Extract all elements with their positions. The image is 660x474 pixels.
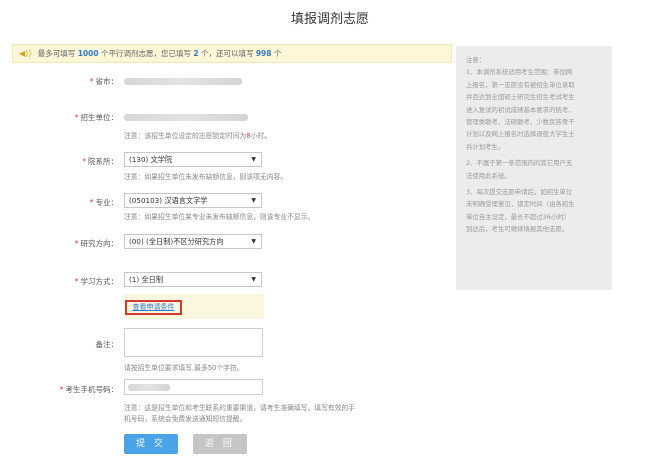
sidebar-title: 注意： <box>466 56 486 64</box>
study-mode-label: * 学习方式： <box>74 277 118 286</box>
sidebar-line: 2、不属于第一条范围内的其它用户无 <box>466 159 573 168</box>
notice-bar: ◀)) 最多可填写 1000 个平行调剂志愿，您已填写 2 个，还可以填写 99… <box>12 44 452 63</box>
notice-text-2: 个平行调剂志愿，您已填写 <box>100 49 191 58</box>
major-hint: 注意：如果招生单位某专业未发布缺额信息，则该专业不显示。 <box>124 213 315 221</box>
sidebar-line: 法使用此系统。 <box>466 171 511 180</box>
notice-remaining-count: 998 <box>255 49 272 58</box>
phone-hint-line2: 机号码，系统会免费发送通知短信提醒。 <box>124 415 247 423</box>
department-hint: 注意：如果招生单位未发布缺额信息，则该项无内容。 <box>124 173 288 181</box>
sidebar-line: 并且达到全国硕士研究生招生考试考生 <box>466 93 575 102</box>
sidebar-line: 管理类联考、法硕联考、少数民族骨干 <box>466 118 575 127</box>
view-criteria-link[interactable]: 查看申请条件 <box>125 300 182 315</box>
notice-text-3: 个，还可以填写 <box>200 49 254 58</box>
notes-sidebar: 注意： 1、本调剂系统适用考生范围：参加网 上报名，第一志愿没有被招生单位录取 … <box>456 46 612 290</box>
research-select[interactable]: (00) (全日制)不区分研究方向 ▼ <box>124 234 262 249</box>
chevron-down-icon: ▼ <box>251 156 256 163</box>
phone-label: * 考生手机号码： <box>59 385 118 394</box>
chevron-down-icon: ▼ <box>251 238 256 245</box>
institution-label: * 招生单位： <box>74 113 118 122</box>
phone-hint-line1: 注意：这是招生单位和考生联系的重要渠道，请考生准确填写。填写有效的手 <box>124 404 356 412</box>
sidebar-line: 计划以及网上报名时选择退役大学生士 <box>466 130 575 139</box>
sidebar-line: 到达后，考生可继续填报其他志愿。 <box>466 225 569 234</box>
notice-filled-count: 2 <box>193 49 199 58</box>
notice-text-4: 个 <box>273 49 282 58</box>
chevron-down-icon: ▼ <box>251 197 256 204</box>
major-label: * 专业： <box>89 198 118 207</box>
department-label: * 院系所： <box>82 157 118 166</box>
major-select[interactable]: (050103) 汉语言文字学 ▼ <box>124 193 262 208</box>
sidebar-line: 兵计划考生。 <box>466 142 505 151</box>
sidebar-line: 进入复试的初试成绩基本要求的统考、 <box>466 105 575 114</box>
sidebar-line: 单位自主设定，最长不超过36小时） <box>466 212 570 221</box>
remarks-label: 备注： <box>95 340 119 349</box>
study-mode-select[interactable]: (1) 全日制 ▼ <box>124 272 262 287</box>
notice-max-count: 1000 <box>77 49 99 58</box>
page-title: 填报调剂志愿 <box>290 12 369 27</box>
research-label: * 研究方向： <box>74 239 118 248</box>
remarks-hint: 请按招生单位要求填写,最多50个字符。 <box>124 364 244 372</box>
remarks-textarea[interactable] <box>124 328 263 357</box>
department-select[interactable]: (130) 文学院 ▼ <box>124 152 262 167</box>
institution-field[interactable] <box>124 114 248 121</box>
phone-value-blurred <box>128 384 170 391</box>
sidebar-line: 1、本调剂系统适用考生范围：参加网 <box>466 68 573 77</box>
province-field[interactable] <box>124 78 242 85</box>
sidebar-line: 3、每次提交志愿申请后，如招生单位 <box>466 188 573 197</box>
speaker-icon: ◀)) <box>19 49 32 58</box>
notice-text-1: 最多可填写 <box>37 49 76 58</box>
institution-hint: 注意：该招生单位设定的志愿锁定时间为8小时。 <box>124 132 272 140</box>
back-button[interactable]: 返 回 <box>193 434 247 454</box>
sidebar-line: 上报名，第一志愿没有被招生单位录取 <box>466 80 575 89</box>
chevron-down-icon: ▼ <box>251 276 256 283</box>
province-label: * 省市： <box>89 77 118 86</box>
submit-button[interactable]: 提 交 <box>124 434 178 454</box>
sidebar-line: 未明确受理意见，锁定时间（由各招生 <box>466 200 575 209</box>
